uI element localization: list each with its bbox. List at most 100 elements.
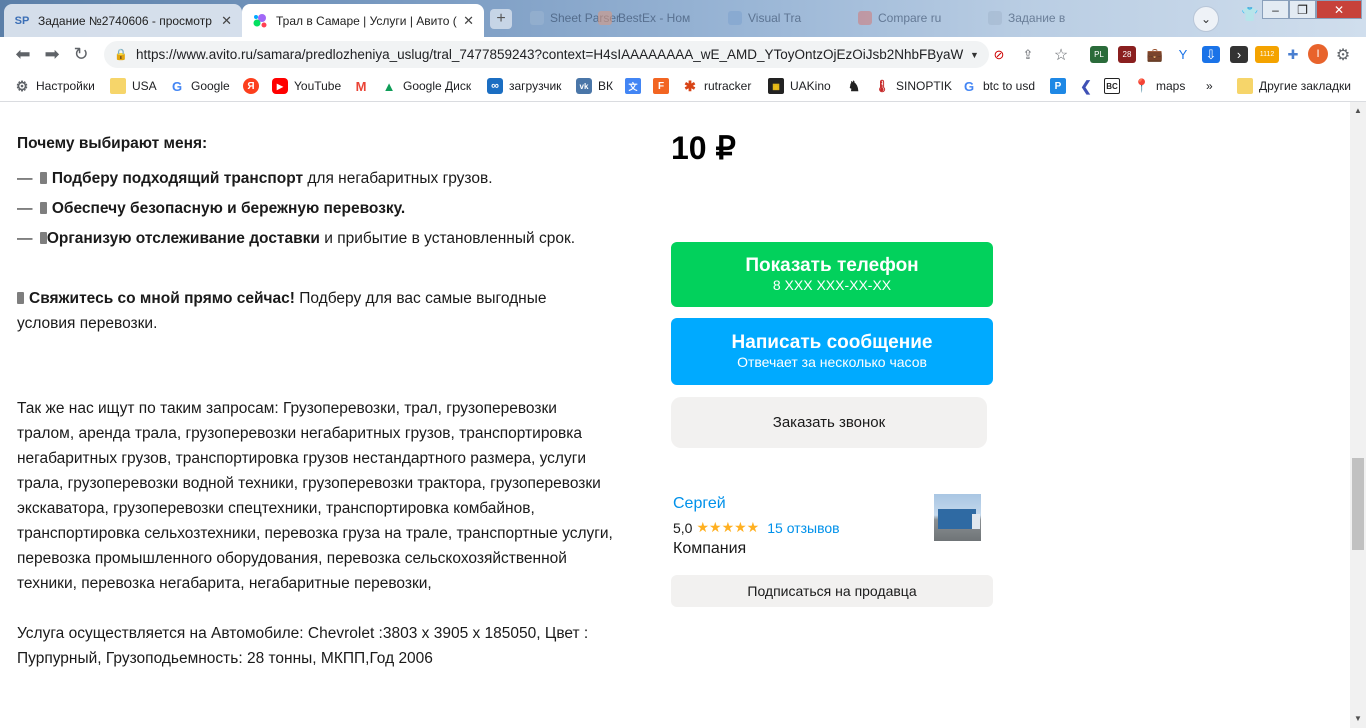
gmail-icon: M [355,78,367,94]
google-icon: G [963,78,975,94]
bookmark-yandex[interactable]: Я [243,77,265,95]
chevron-down-icon[interactable]: ▼ [970,50,979,60]
shirt-icon[interactable]: 👕 [1241,6,1259,22]
bookmark-usa[interactable]: USA [110,77,157,95]
reload-icon[interactable]: ↻ [70,44,92,64]
page-scrollbar[interactable]: ▲ ▼ [1350,102,1366,728]
thermometer-icon: 🌡 [874,79,890,93]
bookmark-loader[interactable]: ∞ загрузчик [487,77,561,95]
extension-mail-icon[interactable]: 28 [1118,46,1136,63]
bookmark-settings[interactable]: ⚙ Настройки [14,77,95,95]
bookmark-btc[interactable]: Gbtc to usd [961,77,1035,95]
bookmark-other[interactable]: Другие закладки [1237,77,1351,95]
scrollbar-thumb[interactable] [1352,458,1364,550]
tab-strip: SP Задание №2740606 - просмотр з ✕ Трал … [0,0,1366,37]
maps-icon: 📍 [1133,78,1151,93]
rutracker-icon: ✱ [684,77,696,94]
background-tab[interactable]: Visual Tra [728,6,801,30]
background-tab[interactable]: Compare ru [858,6,941,30]
bookmark-arrow[interactable]: ❮ [1078,77,1100,95]
folder-icon [1237,78,1253,94]
bookmark-chess[interactable]: ♞ [846,77,868,95]
url-text[interactable]: https://www.avito.ru/samara/predlozheniy… [136,47,966,62]
tab-avito[interactable]: Трал в Самаре | Услуги | Авито (74 ✕ [242,4,484,37]
seller-name-link[interactable]: Сергей [673,495,726,513]
write-message-button[interactable]: Написать сообщение Отвечает за несколько… [671,318,993,385]
maximize-icon[interactable]: ❐ [1289,0,1316,19]
download-icon[interactable]: ⇩ [1202,46,1220,63]
sp-favicon-icon: SP [14,14,30,27]
youtube-icon: ▶ [272,78,288,94]
seller-avatar[interactable] [934,494,981,541]
blocked-icon[interactable]: ⊘ [990,46,1008,63]
profile-avatar[interactable]: I [1308,44,1328,64]
translate-icon: 文 [625,78,641,94]
uakino-icon: ▦ [768,78,784,94]
avito-favicon-icon [252,13,268,29]
bookmark-sinoptik[interactable]: 🌡 SINOPTIK [874,77,952,95]
bookmark-uakino[interactable]: ▦ UAKino [768,77,831,95]
why-heading: Почему выбирают меня: [17,135,208,152]
tab-close-icon[interactable]: ✕ [463,13,474,29]
bookmark-translate[interactable]: 文 [625,77,647,95]
briefcase-icon[interactable]: 💼 [1146,46,1164,63]
bookmark-rutracker[interactable]: ✱ rutracker [682,77,751,95]
background-tab[interactable]: BestEx - Ном [598,6,690,30]
loader-icon: ∞ [487,78,503,94]
back-icon[interactable]: ⬅ [12,44,34,64]
reviews-link[interactable]: 15 отзывов [767,520,839,536]
bullet-item: — Подберу подходящий транспорт для негаб… [17,170,493,187]
bookmark-google[interactable]: G Google [169,77,230,95]
bookmark-f[interactable]: F [653,77,675,95]
bookmark-vk[interactable]: vk ВК [576,77,613,95]
show-phone-button[interactable]: Показать телефон 8 XXX XXX-XX-XX [671,242,993,307]
search-queries-paragraph: Так же нас ищут по таким запросам: Грузо… [17,400,613,592]
vk-icon: vk [576,78,592,94]
order-call-button[interactable]: Заказать звонок [671,397,987,448]
bullet-item: — Организую отслеживание доставки и приб… [17,230,576,247]
arrow-icon: ❮ [1080,77,1092,94]
bookmarks-more-button[interactable]: » [1206,77,1213,95]
bookmark-gmail[interactable]: M [353,77,375,95]
bookmark-drive[interactable]: ▲ Google Диск [381,77,472,95]
f-icon: F [653,78,669,94]
settings-gear-icon[interactable]: ⚙ [1334,46,1352,64]
background-tab[interactable]: Задание в [988,6,1065,30]
truck-image [938,509,976,529]
tab-title: Трал в Самаре | Услуги | Авито (74 [276,13,458,28]
tab-task[interactable]: SP Задание №2740606 - просмотр з ✕ [4,4,242,37]
bookmark-youtube[interactable]: ▶ YouTube [272,77,341,95]
bookmark-maps[interactable]: 📍 maps [1134,77,1185,95]
puzzle-icon[interactable]: ✚ [1284,46,1302,63]
scroll-up-icon[interactable]: ▲ [1354,106,1362,115]
tab-search-icon[interactable]: ⌄ [1193,6,1219,32]
close-window-icon[interactable]: ✕ [1316,0,1362,19]
lock-icon: 🔒 [114,49,128,61]
bookmarks-bar: ⚙ Настройки USA G Google Я ▶ YouTube M ▲ Goo… [0,71,1366,102]
vpn-icon[interactable]: Y [1174,46,1192,63]
forward-icon[interactable]: ➡ [41,44,63,64]
bookmark-bc[interactable]: BC [1104,77,1126,95]
drive-icon: ▲ [382,78,396,94]
seller-rating: 5,0 ★★★★★ 15 отзывов [673,519,840,536]
rating-stars-icon: ★★★★★ [696,519,760,535]
pencil-icon [39,172,47,184]
extension-pl-icon[interactable]: PL [1090,46,1108,63]
window-controls: – ❐ ✕ [1262,0,1362,20]
share-icon[interactable]: ⇪ [1019,46,1037,63]
scroll-down-icon[interactable]: ▼ [1354,714,1362,723]
new-tab-button[interactable]: + [490,9,512,29]
yandex-icon: Я [243,78,259,94]
bookmark-star-icon[interactable]: ☆ [1052,46,1070,64]
minimize-icon[interactable]: – [1262,0,1289,19]
counter-icon[interactable]: 1112 [1255,46,1279,63]
bookmark-p[interactable]: P [1050,77,1072,95]
address-bar[interactable]: 🔒 https://www.avito.ru/samara/predlozhen… [104,41,989,68]
terminal-icon[interactable]: › [1230,46,1248,63]
page-content: Почему выбирают меня: — Подберу подходящ… [0,102,1350,728]
browser-toolbar: ⬅ ➡ ↻ 🔒 https://www.avito.ru/samara/pred… [0,37,1366,71]
bc-icon: BC [1104,78,1120,94]
tab-close-icon[interactable]: ✕ [221,13,232,29]
subscribe-seller-button[interactable]: Подписаться на продавца [671,575,993,607]
chess-icon: ♞ [847,77,861,94]
